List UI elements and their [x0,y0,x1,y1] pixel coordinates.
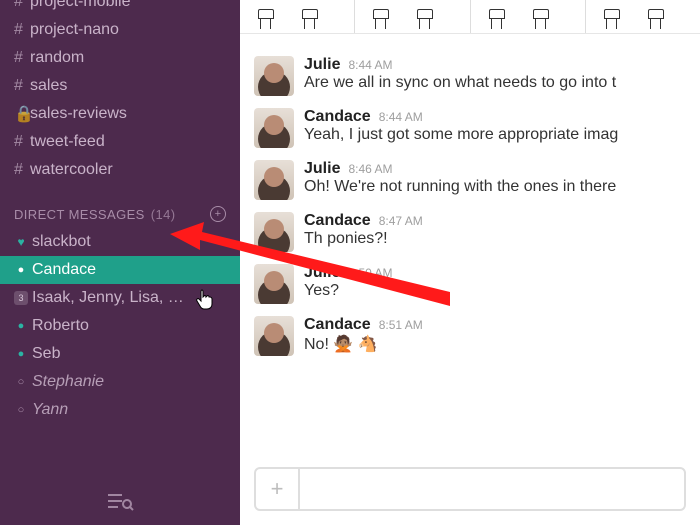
timestamp: 8:44 AM [379,110,423,124]
avatar[interactable] [254,56,294,96]
channel-label: project-nano [30,21,119,39]
sender-name[interactable]: Julie [304,264,340,282]
message-text: Are we all in sync on what needs to go i… [304,74,686,92]
new-dm-button[interactable]: + [210,206,226,222]
presence-dot-icon [14,320,28,332]
dm-count: (14) [151,207,176,222]
message[interactable]: Candace 8:51 AM No! 🙅🏽 🐴 [240,310,700,362]
attach-button[interactable]: + [256,469,300,509]
message[interactable]: Candace 8:47 AM Th ponies?! [240,206,700,258]
message-text: Oh! We're not running with the ones in t… [304,178,686,196]
sidebar-channel[interactable]: #tweet-feed [0,128,240,156]
message-input[interactable] [300,480,684,498]
sidebar-channel[interactable]: #watercooler [0,156,240,184]
avatar[interactable] [254,212,294,252]
dm-label: Candace [32,261,96,279]
message-text: Th ponies?! [304,230,686,248]
app-root: #project-mobile #project-nano #random #s… [0,0,700,525]
channel-list: #project-mobile #project-nano #random #s… [0,0,240,192]
channel-label: random [30,49,84,67]
message[interactable]: Julie 8:50 AM Yes? [240,258,700,310]
dm-item-group[interactable]: 3 Isaak, Jenny, Lisa, … [0,284,240,312]
sidebar: #project-mobile #project-nano #random #s… [0,0,240,525]
presence-dot-icon [14,404,28,416]
message-text: No! 🙅🏽 🐴 [304,334,686,354]
sidebar-channel[interactable]: #project-nano [0,16,240,44]
dm-label: Stephanie [32,373,104,391]
dm-item-seb[interactable]: Seb [0,340,240,368]
dm-item-slackbot[interactable]: ♥ slackbot [0,228,240,256]
timestamp: 8:47 AM [379,214,423,228]
message-composer[interactable]: + [254,467,686,511]
hash-icon: # [14,77,30,95]
dm-label: Seb [32,345,60,363]
presence-dot-icon [14,348,28,360]
sender-name[interactable]: Julie [304,160,340,178]
avatar[interactable] [254,316,294,356]
group-count-badge: 3 [14,291,28,305]
presence-dot-icon [14,264,28,276]
sidebar-channel[interactable]: 🔒sales-reviews [0,100,240,128]
sidebar-channel[interactable]: #sales [0,72,240,100]
dm-item-yann[interactable]: Yann [0,396,240,424]
message-list: Julie 8:44 AM Are we all in sync on what … [240,44,700,459]
dm-item-stephanie[interactable]: Stephanie [0,368,240,396]
avatar[interactable] [254,160,294,200]
hash-icon: # [14,49,30,67]
message-text: Yeah, I just got some more appropriate i… [304,126,686,144]
dm-label: Yann [32,401,68,419]
hash-icon: # [14,133,30,151]
heart-icon: ♥ [14,235,28,249]
sender-name[interactable]: Julie [304,56,340,74]
sender-name[interactable]: Candace [304,108,371,126]
timestamp: 8:51 AM [379,318,423,332]
dm-label: slackbot [32,233,91,251]
timestamp: 8:50 AM [348,266,392,280]
dm-item-candace[interactable]: Candace [0,256,240,284]
message-text: Yes? [304,282,686,300]
sender-name[interactable]: Candace [304,212,371,230]
message[interactable]: Julie 8:44 AM Are we all in sync on what … [240,50,700,102]
dm-list: ♥ slackbot Candace 3 Isaak, Jenny, Lisa,… [0,228,240,424]
main-pane: Julie 8:44 AM Are we all in sync on what … [240,0,700,525]
dm-section-label: DIRECT MESSAGES [14,207,145,222]
hash-icon: # [14,21,30,39]
presence-dot-icon [14,376,28,388]
dm-item-roberto[interactable]: Roberto [0,312,240,340]
hash-icon: # [14,161,30,179]
sidebar-channel[interactable]: #random [0,44,240,72]
avatar[interactable] [254,264,294,304]
avatar[interactable] [254,108,294,148]
image-strip [240,0,700,34]
quick-switcher-button[interactable] [0,479,240,525]
sender-name[interactable]: Candace [304,316,371,334]
dm-label: Roberto [32,317,89,335]
channel-label: sales [30,77,67,95]
channel-label: project-mobile [30,0,130,11]
message[interactable]: Candace 8:44 AM Yeah, I just got some mor… [240,102,700,154]
channel-label: watercooler [30,161,113,179]
channel-label: tweet-feed [30,133,105,151]
dm-label: Isaak, Jenny, Lisa, … [32,289,184,307]
lock-icon: 🔒 [14,104,30,124]
timestamp: 8:44 AM [348,58,392,72]
dm-section-header[interactable]: DIRECT MESSAGES (14) + [0,192,240,228]
channel-label: sales-reviews [30,105,127,123]
timestamp: 8:46 AM [348,162,392,176]
quick-switcher-icon [106,492,134,512]
hash-icon: # [14,0,30,11]
message[interactable]: Julie 8:46 AM Oh! We're not running with … [240,154,700,206]
sidebar-channel[interactable]: #project-mobile [0,0,240,16]
